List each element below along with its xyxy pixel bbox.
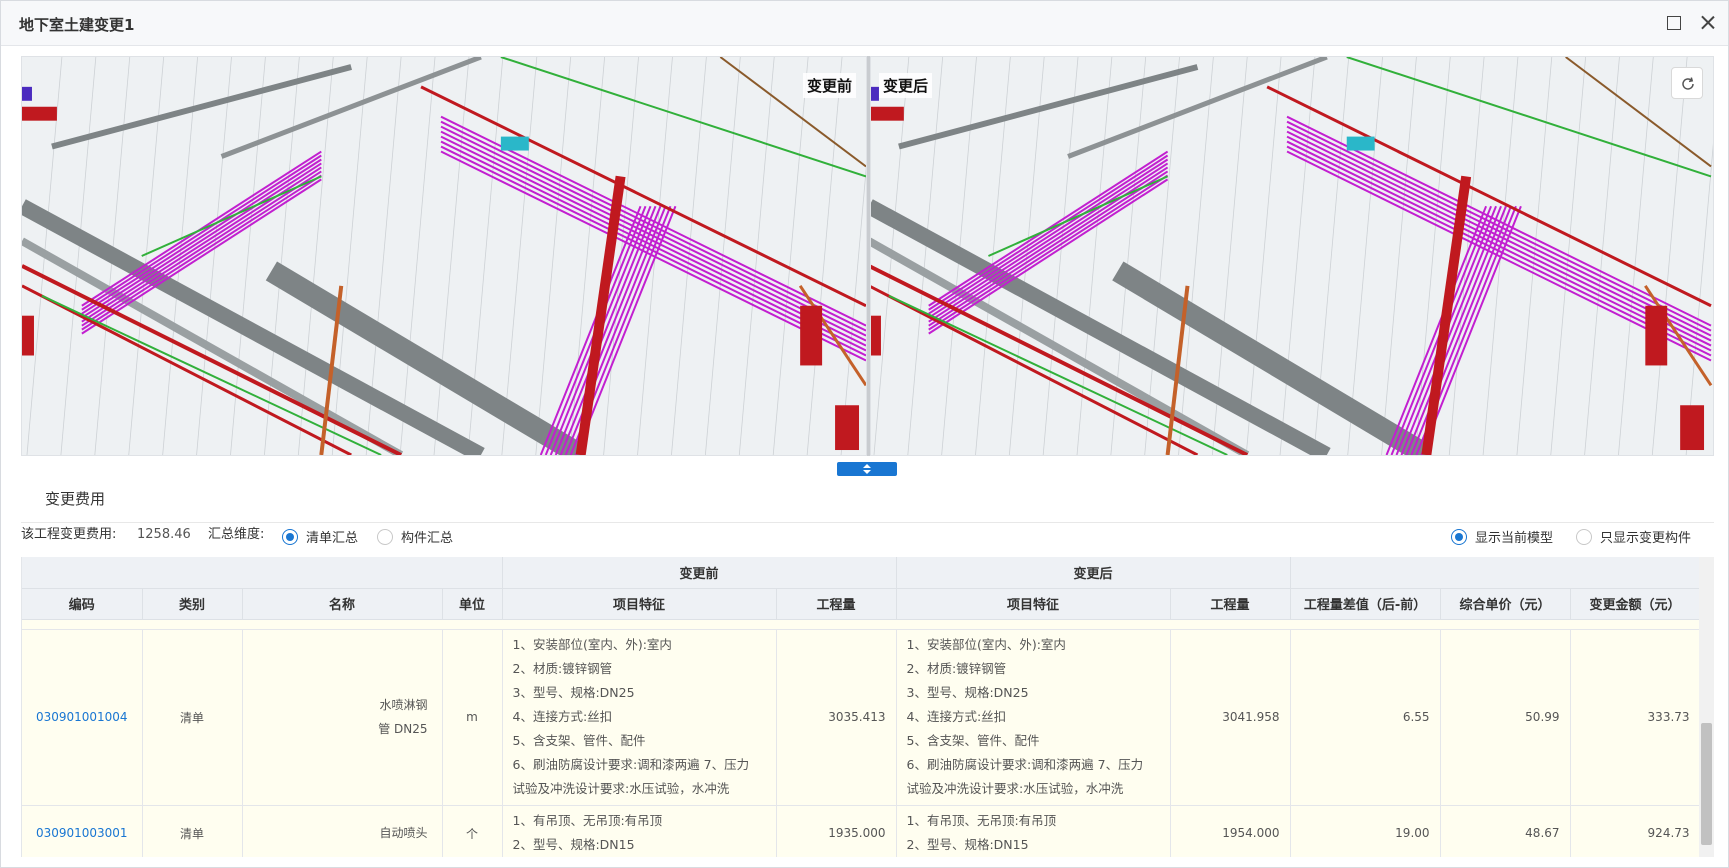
total-cost-label: 该工程变更费用: xyxy=(21,527,117,542)
table-scrollbar[interactable] xyxy=(1699,557,1714,857)
table-spacer-row xyxy=(22,619,1699,630)
viewer-label-after: 变更后 xyxy=(879,73,933,98)
cell-category: 清单 xyxy=(142,805,243,857)
cell-name: 自动喷头 xyxy=(242,805,443,857)
radio-show-current-model[interactable]: 显示当前模型 xyxy=(1451,527,1553,546)
col-header-before-features[interactable]: 项目特征 xyxy=(502,588,777,620)
change-cost-table: 变更前 变更后 编码 类别 名称 单位 项目特征 工程量 项目特征 工程量 工程… xyxy=(21,557,1699,857)
section-divider xyxy=(21,522,1714,523)
model-viewer-after[interactable]: 变更后 xyxy=(870,56,1714,456)
cell-qty-diff: 6.55 xyxy=(1290,629,1441,806)
radio-list-summary[interactable]: 清单汇总 xyxy=(282,527,358,546)
dialog-window: 地下室土建变更1 变更前 变更后 变更费用 该工程变更费用: 1258.46 汇… xyxy=(0,0,1729,868)
bim-model-scene-after xyxy=(871,57,1713,455)
close-icon[interactable] xyxy=(1698,13,1718,33)
col-header-after-qty[interactable]: 工程量 xyxy=(1170,588,1291,620)
col-header-name[interactable]: 名称 xyxy=(242,588,443,620)
maximize-icon[interactable] xyxy=(1664,13,1684,33)
dimension-label: 汇总维度: xyxy=(208,527,265,542)
section-title: 变更费用 xyxy=(45,490,106,508)
radio-dot-icon xyxy=(1576,528,1592,545)
total-cost-value: 1258.46 xyxy=(137,527,191,542)
col-header-amount[interactable]: 变更金额（元） xyxy=(1570,588,1699,620)
cell-amount: 333.73 xyxy=(1570,629,1699,806)
filter-bar: 该工程变更费用: 1258.46 汇总维度: 清单汇总 构件汇总 显示当前模型 … xyxy=(21,527,1714,555)
table-row[interactable]: 030901001004 清单 水喷淋钢 管 DN25 m 1、安装部位(室内、… xyxy=(22,629,1699,806)
reset-view-button[interactable] xyxy=(1671,67,1703,99)
radio-dot-icon xyxy=(1451,528,1467,545)
radio-dot-icon xyxy=(282,528,298,545)
cell-unit: 个 xyxy=(442,805,503,857)
col-header-after-features[interactable]: 项目特征 xyxy=(896,588,1171,620)
radio-show-changed-only[interactable]: 只显示变更构件 xyxy=(1576,527,1691,546)
cell-unit: m xyxy=(442,629,503,806)
cell-unit-price: 50.99 xyxy=(1440,629,1571,806)
cell-code[interactable]: 030901001004 xyxy=(22,629,143,806)
cell-category: 清单 xyxy=(142,629,243,806)
radio-component-summary[interactable]: 构件汇总 xyxy=(377,527,453,546)
cell-before-qty: 1935.000 xyxy=(776,805,897,857)
viewer-label-before: 变更前 xyxy=(802,73,856,98)
bim-model-scene-before xyxy=(22,57,866,455)
title-bar: 地下室土建变更1 xyxy=(1,1,1728,46)
col-header-unit-price[interactable]: 综合单价（元） xyxy=(1440,588,1571,620)
col-header-qty-diff[interactable]: 工程量差值（后-前） xyxy=(1290,588,1441,620)
col-header-code[interactable]: 编码 xyxy=(22,588,143,620)
dialog-title: 地下室土建变更1 xyxy=(19,16,135,34)
table-scrollbar-thumb[interactable] xyxy=(1701,723,1712,845)
table-row[interactable]: 030901003001 清单 自动喷头 个 1、有吊顶、无吊顶:有吊顶 2、型… xyxy=(22,805,1699,857)
cell-after-features: 1、有吊顶、无吊顶:有吊顶 2、型号、规格:DN15 xyxy=(896,805,1171,857)
col-header-unit[interactable]: 单位 xyxy=(442,588,503,620)
header-group-after: 变更后 xyxy=(896,557,1291,589)
header-group-summary xyxy=(1290,557,1699,589)
cell-after-features: 1、安装部位(室内、外):室内 2、材质:镀锌钢管 3、型号、规格:DN25 4… xyxy=(896,629,1171,806)
radio-dot-icon xyxy=(377,528,393,545)
panel-splitter-handle[interactable] xyxy=(837,462,897,476)
header-group-before: 变更前 xyxy=(502,557,897,589)
cell-qty-diff: 19.00 xyxy=(1290,805,1441,857)
cell-before-features: 1、有吊顶、无吊顶:有吊顶 2、型号、规格:DN15 xyxy=(502,805,777,857)
header-group-empty xyxy=(22,557,503,589)
cell-unit-price: 48.67 xyxy=(1440,805,1571,857)
cell-after-qty: 1954.000 xyxy=(1170,805,1291,857)
cell-before-qty: 3035.413 xyxy=(776,629,897,806)
cell-name: 水喷淋钢 管 DN25 xyxy=(242,629,443,806)
cell-amount: 924.73 xyxy=(1570,805,1699,857)
model-viewer-before[interactable]: 变更前 xyxy=(21,56,867,456)
cell-before-features: 1、安装部位(室内、外):室内 2、材质:镀锌钢管 3、型号、规格:DN25 4… xyxy=(502,629,777,806)
cell-code[interactable]: 030901003001 xyxy=(22,805,143,857)
col-header-before-qty[interactable]: 工程量 xyxy=(776,588,897,620)
cell-after-qty: 3041.958 xyxy=(1170,629,1291,806)
col-header-category[interactable]: 类别 xyxy=(142,588,243,620)
refresh-icon xyxy=(1682,77,1694,90)
